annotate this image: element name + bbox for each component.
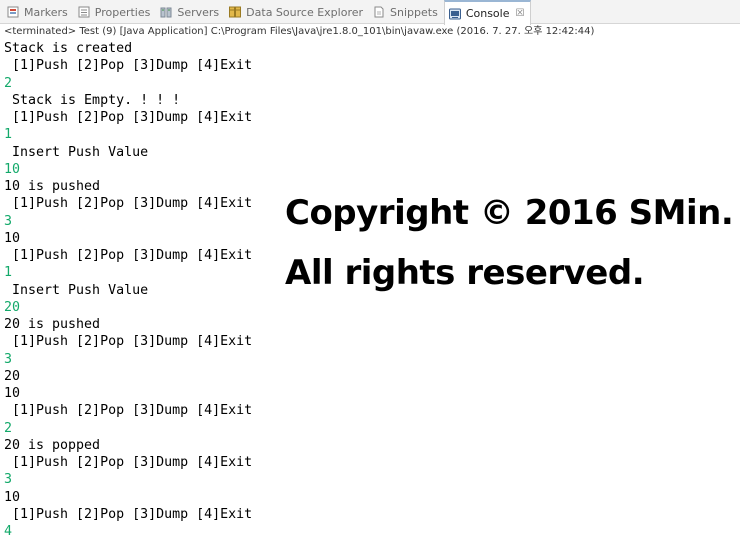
console-output-line: Stack is created <box>4 41 133 56</box>
tab-label: Servers <box>177 5 220 19</box>
console-input-line: 1 <box>4 127 13 143</box>
tab-label: Properties <box>94 5 151 19</box>
tab-label: Snippets <box>390 5 438 19</box>
console-output-line: 10 is pushed <box>4 179 101 194</box>
console-output-line: [1]Push [2]Pop [3]Dump [4]Exit <box>4 110 253 125</box>
console-output-line: Insert Push Value <box>4 282 149 298</box>
console-input-line: 1 <box>4 265 13 281</box>
close-icon[interactable]: ☒ <box>515 8 524 19</box>
console-output-line: Insert Push Value <box>4 144 149 160</box>
properties-icon <box>77 5 91 19</box>
data-source-explorer-icon <box>228 5 242 19</box>
console-output-line: [1]Push [2]Pop [3]Dump [4]Exit <box>4 506 253 522</box>
console-input-line: 2 <box>4 75 13 91</box>
console-output-line: 10 <box>4 489 21 505</box>
console-input-line: 3 <box>4 472 13 488</box>
console-input-line: 3 <box>4 351 13 367</box>
console-icon <box>448 7 462 21</box>
tab-label: Markers <box>24 5 68 19</box>
console-input-line: 2 <box>4 420 13 436</box>
console-output-line: [1]Push [2]Pop [3]Dump [4]Exit <box>4 455 253 470</box>
console-output: Stack is created [1]Push [2]Pop [3]Dump … <box>4 40 304 540</box>
tab-strip: Markers Properties Servers Data Source Expl… <box>0 0 740 25</box>
console-output-line: 20 is popped <box>4 437 101 453</box>
console-output-line: 10 <box>4 230 21 246</box>
tab-data-source-explorer[interactable]: Data Source Explorer <box>225 0 369 24</box>
console-status-line: <terminated> Test (9) [Java Application]… <box>4 26 595 37</box>
console-output-line: [1]Push [2]Pop [3]Dump [4]Exit <box>4 334 253 350</box>
tab-snippets[interactable]: Snippets <box>369 0 444 24</box>
console-input-line: 20 <box>4 299 21 315</box>
console-output-line: 20 is pushed <box>4 317 101 332</box>
console-input-line: 10 <box>4 161 21 177</box>
console-output-line: Stack is Empty. ! ! ! <box>4 92 181 108</box>
view-tab-bar: Markers Properties Servers Data Source Expl… <box>0 0 740 25</box>
tab-markers[interactable]: Markers <box>3 0 74 24</box>
tab-console[interactable]: Console ☒ <box>443 0 532 25</box>
console-output-line: [1]Push [2]Pop [3]Dump [4]Exit <box>4 58 253 74</box>
tab-servers[interactable]: Servers <box>156 0 225 24</box>
console-output-line: 20 <box>4 368 21 384</box>
console-output-line: [1]Push [2]Pop [3]Dump [4]Exit <box>4 248 253 263</box>
console-input-line: 3 <box>4 213 13 229</box>
console-output-line: 10 <box>4 386 21 401</box>
copyright-watermark: Copyright © 2016 SMin. All rights reserv… <box>285 183 734 303</box>
console-output-line: [1]Push [2]Pop [3]Dump [4]Exit <box>4 196 253 212</box>
snippets-icon <box>372 5 386 19</box>
tab-properties[interactable]: Properties <box>74 0 157 24</box>
console-input-line: 4 <box>4 524 13 539</box>
tab-label: Console <box>465 7 510 20</box>
servers-icon <box>159 5 173 19</box>
tab-label: Data Source Explorer <box>246 5 364 19</box>
watermark-line-copyright: Copyright © 2016 SMin. <box>285 193 734 233</box>
console-output-line: [1]Push [2]Pop [3]Dump [4]Exit <box>4 403 253 419</box>
watermark-line-rights: All rights reserved. <box>285 253 645 293</box>
markers-icon <box>6 5 20 19</box>
